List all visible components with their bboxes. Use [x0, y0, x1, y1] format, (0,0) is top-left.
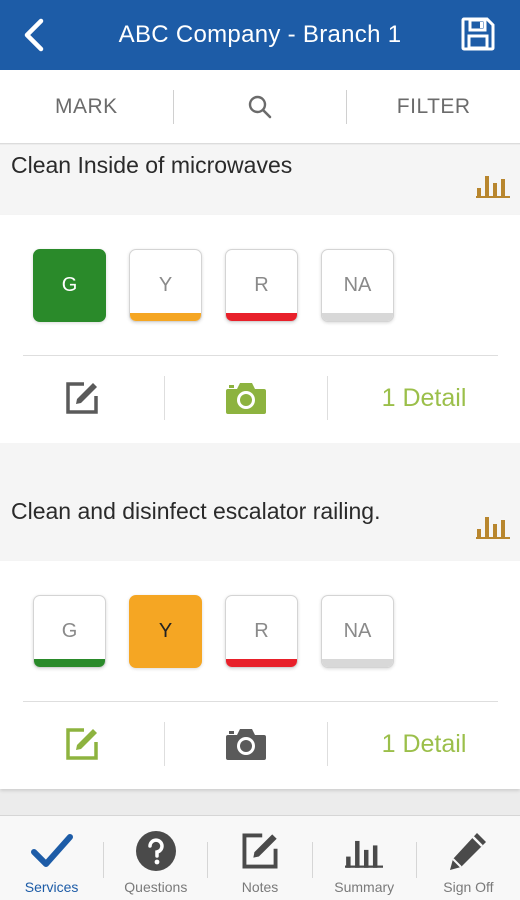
task-header: Clean and disinfect escalator railing.: [0, 443, 520, 561]
add-note-button[interactable]: [0, 365, 164, 431]
tab-sign-off[interactable]: Sign Off: [417, 816, 520, 900]
page-title: ABC Company - Branch 1: [118, 21, 402, 48]
detail-count: 1 Detail: [381, 383, 467, 412]
rating-color-bar: [130, 313, 201, 321]
top-app-bar: ABC Company - Branch 1: [0, 0, 520, 70]
rating-na-button[interactable]: NA: [321, 249, 394, 322]
edit-note-icon: [238, 829, 282, 873]
add-note-button[interactable]: [0, 711, 164, 777]
camera-icon: [226, 729, 266, 760]
rating-label: NA: [343, 620, 372, 642]
detail-link[interactable]: 1 Detail: [328, 711, 520, 777]
tab-label: Sign Off: [443, 879, 494, 895]
task-actions: 1 Detail: [0, 711, 520, 777]
tab-label: Summary: [334, 879, 395, 895]
rating-na-button[interactable]: NA: [321, 595, 394, 668]
rating-r-button[interactable]: R: [225, 249, 298, 322]
divider: [23, 355, 498, 356]
floppy-disk-icon: [461, 17, 495, 51]
pencil-icon: [446, 829, 490, 873]
edit-note-icon: [66, 382, 98, 414]
search-button[interactable]: [174, 70, 347, 143]
detail-link[interactable]: 1 Detail: [328, 365, 520, 431]
checkmark-icon: [30, 829, 74, 873]
task-actions: 1 Detail: [0, 365, 520, 431]
save-button[interactable]: [460, 16, 496, 52]
tab-label: Notes: [241, 879, 279, 895]
camera-icon: [226, 383, 266, 414]
rating-color-bar: [226, 313, 297, 321]
rating-color-bar: [322, 313, 393, 321]
search-icon: [248, 95, 272, 118]
tab-label: Questions: [124, 879, 188, 895]
question-icon: [134, 829, 178, 873]
rating-y-button[interactable]: Y: [129, 595, 202, 668]
rating-g-button[interactable]: G: [33, 595, 106, 668]
rating-label: R: [254, 620, 269, 642]
rating-y-button[interactable]: Y: [129, 249, 202, 322]
task-name: Clean Inside of microwaves: [11, 152, 293, 178]
camera-button[interactable]: [165, 365, 327, 431]
rating-label: NA: [343, 274, 372, 296]
task-card: G Y R NA 1 Detail: [0, 215, 520, 443]
task-header: Clean Inside of microwaves: [0, 145, 520, 215]
bar-chart-icon[interactable]: [476, 168, 510, 198]
filter-button[interactable]: FILTER: [347, 70, 520, 143]
rating-label: Y: [158, 274, 173, 296]
rating-buttons: G Y R NA: [33, 249, 417, 322]
rating-color-bar: [226, 659, 297, 667]
rating-color-bar: [322, 659, 393, 667]
rating-g-button[interactable]: G: [33, 249, 106, 322]
bar-chart-icon: [342, 829, 386, 873]
camera-button[interactable]: [165, 711, 327, 777]
rating-label: G: [61, 274, 78, 296]
bar-chart-icon[interactable]: [476, 509, 510, 539]
tab-services[interactable]: Services: [0, 816, 103, 900]
rating-color-bar: [34, 659, 105, 667]
back-button[interactable]: [18, 16, 50, 54]
edit-note-icon: [66, 728, 98, 760]
divider: [23, 701, 498, 702]
filter-bar: MARK FILTER: [0, 70, 520, 144]
rating-label: Y: [158, 620, 173, 642]
rating-r-button[interactable]: R: [225, 595, 298, 668]
task-card: G Y R NA 1 Detail: [0, 561, 520, 789]
bottom-tab-bar: Services Questions Notes Summary Sign Of…: [0, 815, 520, 900]
task-name: Clean and disinfect escalator railing.: [11, 498, 381, 524]
tab-summary[interactable]: Summary: [313, 816, 416, 900]
detail-count: 1 Detail: [381, 729, 467, 758]
chevron-left-icon: [24, 18, 44, 52]
mark-button[interactable]: MARK: [0, 70, 173, 143]
rating-label: R: [254, 274, 269, 296]
tab-questions[interactable]: Questions: [104, 816, 207, 900]
rating-label: G: [61, 620, 78, 642]
rating-buttons: G Y R NA: [33, 595, 417, 668]
tab-notes[interactable]: Notes: [208, 816, 311, 900]
tab-label: Services: [24, 879, 79, 895]
